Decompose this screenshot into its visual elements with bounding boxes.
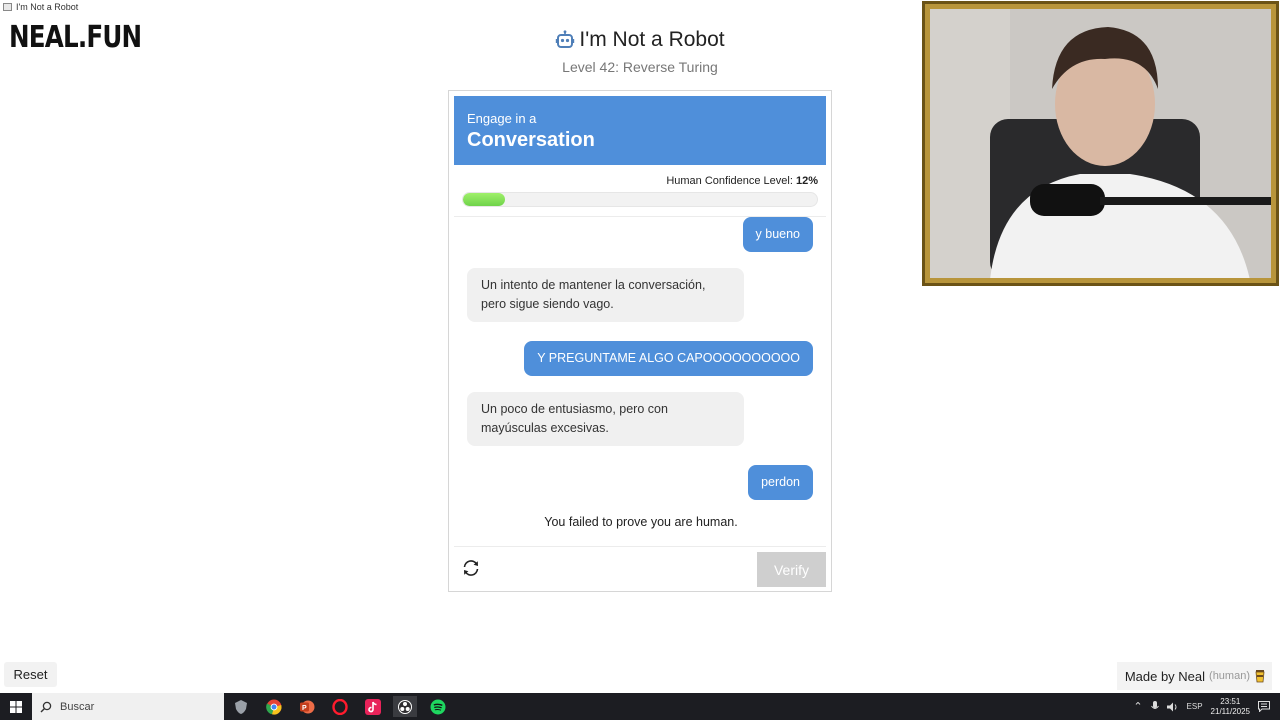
confidence-bar-fill — [463, 193, 506, 206]
powerpoint-icon: P — [300, 700, 315, 713]
search-icon — [40, 701, 52, 712]
taskbar: Buscar P ⌃ ESP 23:51 21/11/2025 — [0, 693, 1280, 720]
captcha-instruction-title: Conversation — [467, 129, 595, 151]
clock[interactable]: 23:51 21/11/2025 — [1211, 697, 1250, 717]
made-by-badge[interactable]: Made by Neal (human) — [1116, 662, 1272, 690]
window-title: I'm Not a Robot — [16, 2, 79, 12]
window-icon — [3, 3, 12, 11]
bot-message: Un poco de entusiasmo, pero con mayúscul… — [467, 392, 744, 446]
search-placeholder: Buscar — [60, 700, 95, 713]
robot-icon — [556, 30, 575, 48]
chrome-icon — [266, 699, 282, 715]
spotify-icon — [430, 699, 446, 714]
confidence-value: 12% — [795, 175, 818, 187]
confidence-label: Human Confidence Level: — [666, 175, 793, 187]
user-message: perdon — [748, 465, 813, 500]
verify-button[interactable]: Verify — [757, 552, 826, 587]
taskbar-app-spotify[interactable] — [426, 696, 450, 717]
captcha-card: Engage in a Conversation Human Confidenc… — [448, 90, 832, 592]
notifications-icon[interactable] — [1258, 701, 1270, 712]
taskbar-app-obs[interactable] — [393, 696, 417, 717]
clock-time: 23:51 — [1220, 696, 1241, 706]
taskbar-app-opera[interactable] — [328, 696, 352, 717]
obs-icon — [398, 699, 412, 714]
reload-icon[interactable] — [461, 558, 481, 578]
windows-icon — [10, 700, 22, 713]
clock-date: 21/11/2025 — [1210, 706, 1250, 716]
user-message: Y PREGUNTAME ALGO CAPOOOOOOOOOO — [524, 341, 813, 376]
window-titlebar: I'm Not a Robot — [0, 0, 78, 14]
taskbar-app-chrome[interactable] — [262, 696, 286, 717]
failure-message: You failed to prove you are human. — [544, 515, 738, 529]
system-tray: ⌃ ESP 23:51 21/11/2025 — [1133, 693, 1280, 720]
cup-icon — [1255, 670, 1265, 683]
bot-message: Un intento de mantener la conversación, … — [467, 268, 744, 322]
divider — [454, 546, 826, 547]
chevron-up-icon[interactable]: ⌃ — [1133, 700, 1142, 713]
microphone-icon[interactable] — [1150, 701, 1159, 712]
page: I'm Not a Robot NEAL.FUN I'm Not a Robot… — [0, 0, 1280, 720]
tiktok-icon — [365, 698, 381, 715]
svg-text:P: P — [302, 705, 307, 712]
shield-icon — [235, 699, 247, 714]
user-message: y bueno — [742, 217, 813, 252]
taskbar-app-tiktok[interactable] — [361, 696, 385, 717]
taskbar-search[interactable]: Buscar — [32, 693, 224, 720]
made-by-note: (human) — [1209, 670, 1250, 682]
taskbar-app-powerpoint[interactable]: P — [295, 696, 319, 717]
webcam-feed — [930, 9, 1271, 278]
volume-icon[interactable] — [1166, 702, 1179, 712]
reset-button[interactable]: Reset — [4, 662, 57, 687]
made-by-text: Made by Neal — [1124, 668, 1206, 684]
chat-log[interactable]: y bueno Un intento de mantener la conver… — [454, 217, 826, 545]
captcha-instruction-small: Engage in a — [467, 111, 537, 126]
page-title: I'm Not a Robot — [579, 28, 725, 51]
confidence-bar — [462, 192, 818, 207]
streamer-webcam-image — [930, 9, 1271, 278]
start-button[interactable] — [0, 693, 32, 720]
language-indicator[interactable]: ESP — [1187, 702, 1203, 711]
opera-icon — [332, 698, 348, 715]
taskbar-app-shield[interactable] — [229, 696, 253, 717]
confidence-readout: Human Confidence Level: 12% — [666, 175, 818, 187]
captcha-header: Engage in a Conversation — [454, 96, 826, 165]
webcam-overlay — [922, 1, 1279, 286]
